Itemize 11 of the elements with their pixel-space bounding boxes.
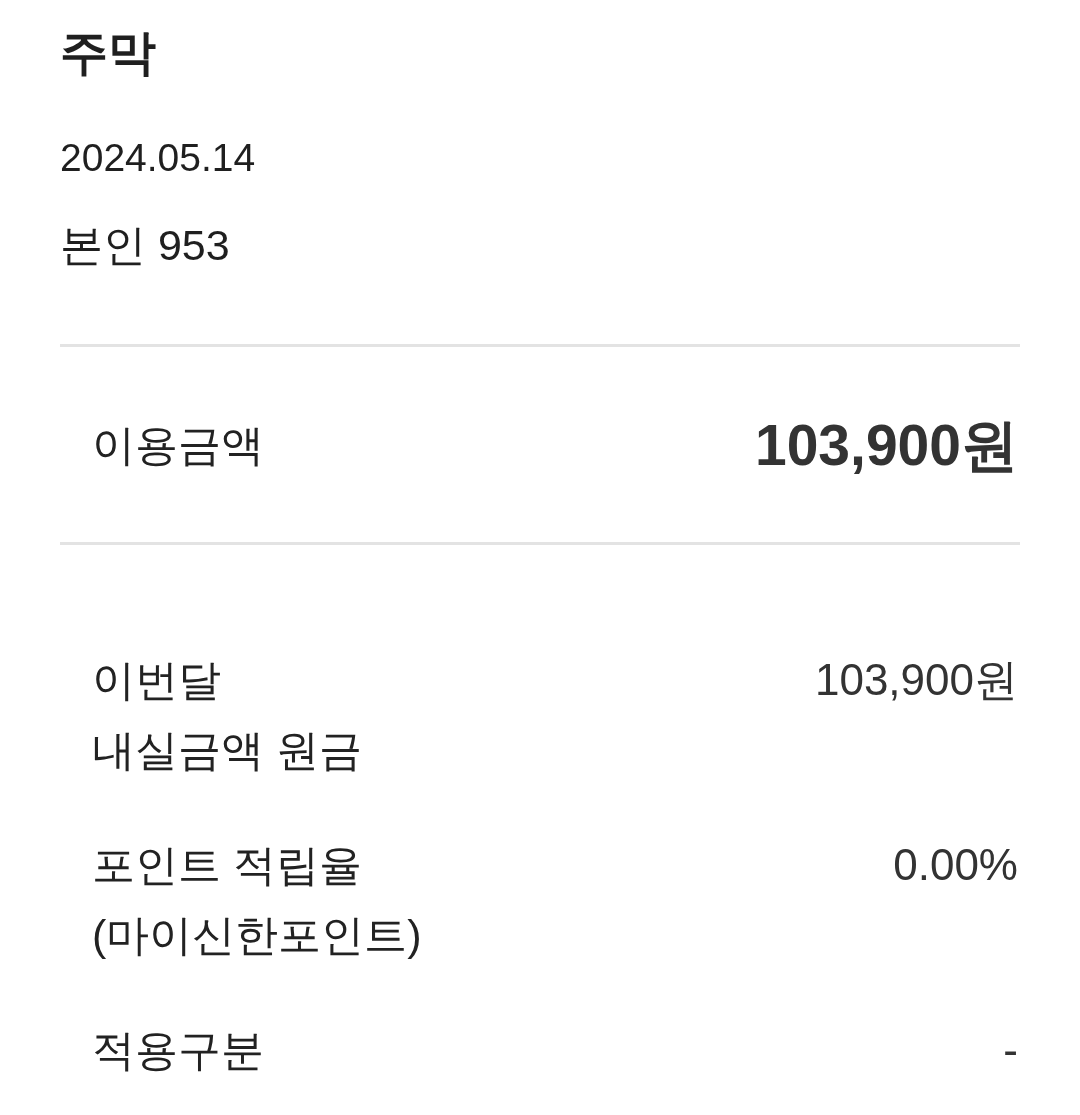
detail-value: - [1003,1024,1018,1076]
detail-label: 포인트 적립율 (마이신한포인트) [92,840,422,961]
card-holder-text: 본인 953 [60,220,230,271]
total-amount-label: 이용금액 [92,419,264,471]
detail-value: 103,900원 [814,654,1018,706]
total-amount-value: 103,900원 [754,411,1018,479]
detail-value: 0.00% [893,839,1018,891]
detail-label: 적용구분 [92,1025,264,1076]
detail-label: 이번달 내실금액 원금 [92,655,362,776]
transaction-date: 2024.05.14 [60,135,256,181]
merchant-title: 주막 [60,25,156,81]
